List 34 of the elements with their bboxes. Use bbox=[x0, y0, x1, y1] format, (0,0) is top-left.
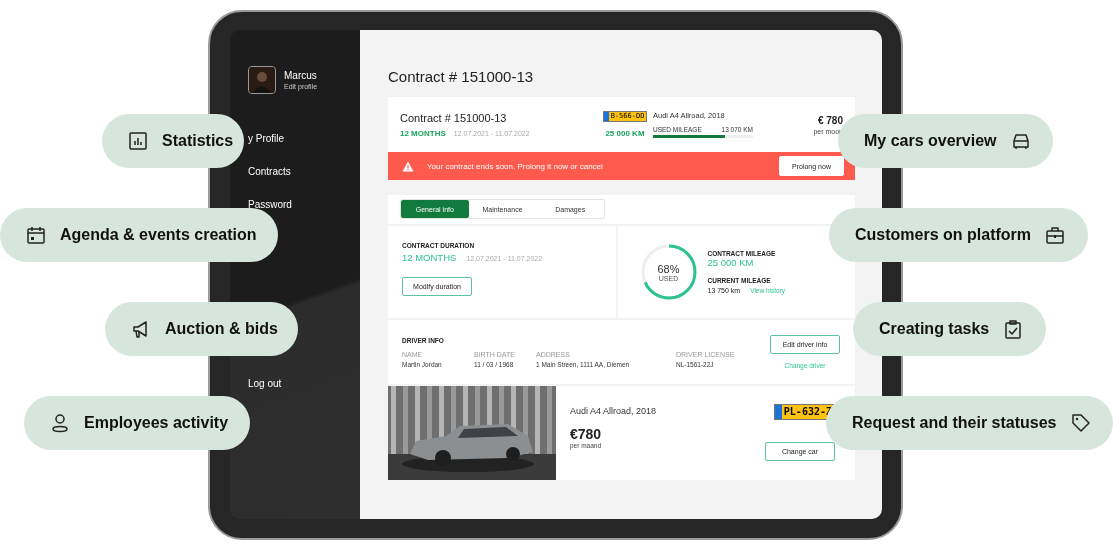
profile-name: Marcus bbox=[284, 70, 318, 81]
avatar bbox=[248, 66, 276, 94]
contract-duration: 12 MONTHS bbox=[400, 128, 446, 138]
alert-message: Your contract ends soon. Prolong it now or cancel bbox=[427, 161, 604, 171]
logout-link[interactable]: Log out bbox=[248, 378, 282, 390]
sidebar-item[interactable]: Password bbox=[248, 199, 292, 211]
usage-ring bbox=[639, 243, 698, 301]
contract-km: 25 000 KM bbox=[605, 129, 645, 138]
tag-icon bbox=[1070, 413, 1091, 433]
briefcase-icon bbox=[1045, 225, 1065, 245]
car-price: €780 bbox=[570, 426, 603, 442]
feature-label: Statistics bbox=[162, 132, 234, 150]
warning-icon bbox=[402, 160, 414, 172]
contract-mileage-value: 25 000 KM bbox=[707, 257, 755, 268]
usage-percent: 68% bbox=[657, 262, 680, 275]
feature-label: Auction & bids bbox=[165, 320, 278, 338]
car-model: Audi A4 Allroad, 2018 bbox=[570, 406, 658, 416]
feature-label: Employees activity bbox=[84, 414, 229, 432]
feature-label: My cars overview bbox=[864, 132, 997, 150]
calendar-icon bbox=[26, 225, 46, 245]
contract-title: Contract # 151000-13 bbox=[400, 111, 508, 124]
feature-label: Creating tasks bbox=[879, 320, 990, 338]
page-title: Contract # 151000-13 bbox=[388, 68, 535, 85]
feature-label: Request and their statuses bbox=[852, 414, 1057, 432]
feature-label: Agenda & events creation bbox=[60, 226, 257, 244]
person-icon bbox=[50, 413, 70, 433]
sidebar-item[interactable]: y Profile bbox=[248, 133, 285, 145]
feature-label: Customers on platform bbox=[855, 226, 1031, 244]
car-icon bbox=[1010, 131, 1031, 151]
duration-value: 12 MONTHS bbox=[402, 252, 457, 263]
monthly-price: € 780 bbox=[816, 114, 843, 126]
chart-icon bbox=[128, 131, 148, 151]
sidebar-item[interactable]: Contracts bbox=[248, 166, 291, 178]
clipboard-check-icon bbox=[1003, 319, 1024, 339]
